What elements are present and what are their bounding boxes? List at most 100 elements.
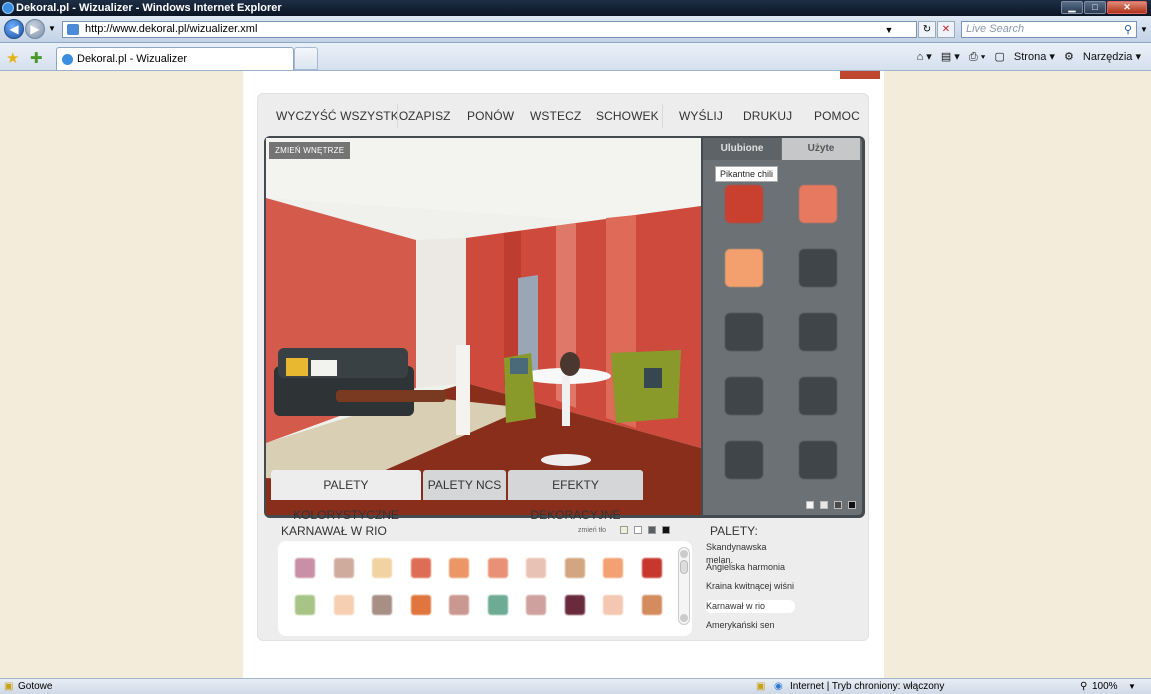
change-bg-label: zmień tło [578, 527, 607, 534]
palette-color-swatch[interactable] [641, 558, 662, 578]
palette-color-swatch[interactable] [641, 595, 662, 615]
redo-button[interactable]: PONÓW [467, 109, 514, 123]
scroll-thumb[interactable] [680, 560, 688, 574]
palette-color-swatch[interactable] [333, 595, 354, 615]
send-button[interactable]: WYŚLIJ [679, 109, 723, 123]
palette-color-swatch[interactable] [372, 558, 392, 578]
home-icon[interactable]: ⌂ ▾ [917, 51, 932, 63]
print-button[interactable]: DRUKUJ [743, 109, 792, 123]
palette-name: KARNAWAŁ W RIO [281, 524, 387, 538]
feeds-icon[interactable]: ▤ ▾ [941, 51, 960, 63]
palette-color-swatch[interactable] [603, 558, 623, 578]
refresh-button[interactable]: ↻ [918, 21, 936, 38]
page-viewport: WYCZYŚĆ WSZYSTKO ZAPISZ PONÓW WSTECZ SCH… [0, 71, 1140, 678]
bg-light-option[interactable] [820, 501, 828, 509]
palette-color-swatch[interactable] [333, 558, 354, 578]
visualizer-app: WYCZYŚĆ WSZYSTKO ZAPISZ PONÓW WSTECZ SCH… [257, 93, 869, 641]
palette-color-swatch[interactable] [372, 595, 392, 615]
palette-bg-cream[interactable] [620, 526, 628, 534]
palette-list-item[interactable]: Skandynawska melan. [705, 541, 795, 565]
clipboard-button[interactable]: SCHOWEK [596, 109, 659, 123]
palette-color-swatch[interactable] [487, 595, 508, 615]
tab-ie-icon [62, 54, 73, 65]
palette-color-swatch[interactable] [410, 595, 431, 615]
room-image [266, 138, 701, 515]
back-button[interactable]: ◀ [4, 19, 24, 39]
undo-button[interactable]: WSTECZ [530, 109, 581, 123]
palette-color-swatch[interactable] [526, 558, 546, 578]
change-interior-button[interactable]: ZMIEŃ WNĘTRZE [269, 142, 351, 159]
scroll-up-icon[interactable] [680, 550, 688, 558]
forward-button[interactable]: ▶ [25, 19, 45, 39]
used-color-swatch[interactable] [799, 313, 837, 351]
clear-all-button[interactable]: WYCZYŚĆ WSZYSTKO [276, 109, 408, 123]
palette-color-swatch[interactable] [410, 558, 431, 578]
zoom-dropdown-icon[interactable]: ▼ [1128, 679, 1136, 694]
browser-tab[interactable]: Dekoral.pl - Wizualizer [56, 47, 294, 70]
save-button[interactable]: ZAPISZ [408, 109, 451, 123]
globe-icon: ◉ [774, 681, 783, 692]
palette-color-swatch[interactable] [295, 595, 315, 615]
used-color-swatch[interactable] [799, 377, 837, 415]
help-button[interactable]: POMOC [814, 109, 860, 123]
toolbar-separator [662, 104, 663, 128]
used-color-swatch[interactable] [725, 313, 763, 351]
palette-color-swatch[interactable] [449, 595, 469, 615]
maximize-button[interactable]: □ [1084, 1, 1106, 14]
palette-color-swatch[interactable] [487, 558, 508, 578]
url-text: http://www.dekoral.pl/wizualizer.xml [85, 23, 258, 35]
close-button[interactable]: ✕ [1107, 1, 1147, 14]
tab-decorative-effects[interactable]: EFEKTY DEKORACYJNE [508, 470, 643, 522]
tab-favorites[interactable]: Ulubione [703, 138, 781, 160]
window-title: Dekoral.pl - Wizualizer - Windows Intern… [16, 2, 282, 14]
used-color-swatch[interactable] [799, 249, 837, 287]
minimize-button[interactable]: ▁ [1061, 1, 1083, 14]
add-favorite-icon[interactable]: ✚ [30, 49, 43, 67]
palette-list-item[interactable]: Karnawał w rio [705, 599, 795, 613]
search-placeholder: Live Search [966, 23, 1025, 35]
search-icon[interactable]: ⚲ [1124, 23, 1132, 36]
tools-menu[interactable]: ⚙ Narzędzia ▾ [1064, 51, 1141, 63]
palette-color-swatch[interactable] [603, 595, 623, 615]
used-color-swatch[interactable] [725, 377, 763, 415]
used-color-swatch[interactable] [725, 249, 763, 287]
address-bar: ◀ ▶ ▼ http://www.dekoral.pl/wizualizer.x… [0, 16, 1151, 43]
tab-used[interactable]: Użyte [782, 138, 860, 160]
scroll-down-icon[interactable] [680, 614, 688, 622]
palette-bg-gray[interactable] [648, 526, 656, 534]
new-tab-button[interactable] [294, 47, 318, 70]
header-image-edge [840, 71, 880, 79]
palette-color-swatch[interactable] [526, 595, 546, 615]
room-visualization[interactable]: ZMIEŃ WNĘTRZE [266, 138, 701, 515]
print-icon[interactable]: ⎙ ▾ [969, 51, 985, 63]
palette-color-swatch[interactable] [449, 558, 469, 578]
bg-dark-option[interactable] [834, 501, 842, 509]
tab-color-palettes[interactable]: PALETY KOLORYSTYCZNE [271, 470, 421, 522]
tab-ncs-palettes[interactable]: PALETY NCS [423, 470, 506, 500]
palette-color-swatch[interactable] [564, 595, 585, 615]
used-color-swatch[interactable] [799, 185, 837, 223]
history-dropdown-icon[interactable]: ▼ [48, 24, 56, 33]
palette-scrollbar[interactable] [678, 547, 690, 625]
page-menu[interactable]: ▢ Strona ▾ [994, 51, 1054, 63]
bg-white-option[interactable] [806, 501, 814, 509]
search-input[interactable]: Live Search [961, 21, 1137, 38]
palette-color-swatch[interactable] [295, 558, 315, 578]
zoom-icon[interactable]: ⚲ [1080, 679, 1087, 694]
zoom-level[interactable]: 100% [1092, 679, 1118, 694]
search-options-icon[interactable]: ▼ [1140, 25, 1148, 34]
url-input[interactable]: http://www.dekoral.pl/wizualizer.xml ▼ [62, 21, 917, 38]
used-color-swatch[interactable] [725, 185, 763, 223]
status-text: Gotowe [18, 681, 53, 692]
palette-list-item[interactable]: Amerykański sen [705, 619, 795, 632]
stop-button[interactable]: ✕ [937, 21, 955, 38]
palette-bg-white[interactable] [634, 526, 642, 534]
favorites-star-icon[interactable]: ★ [6, 49, 19, 67]
palette-list-item[interactable]: Kraina kwitnącej wiśni [705, 580, 795, 593]
bg-black-option[interactable] [848, 501, 856, 509]
palette-list-item[interactable]: Angielska harmonia [705, 561, 795, 574]
palette-color-swatch[interactable] [564, 558, 585, 578]
palette-bg-black[interactable] [662, 526, 670, 534]
url-dropdown-icon[interactable]: ▼ [882, 23, 896, 36]
command-bar: ⌂ ▾ ▤ ▾ ⎙ ▾ ▢ Strona ▾ ⚙ Narzędzia ▾ [911, 50, 1141, 64]
